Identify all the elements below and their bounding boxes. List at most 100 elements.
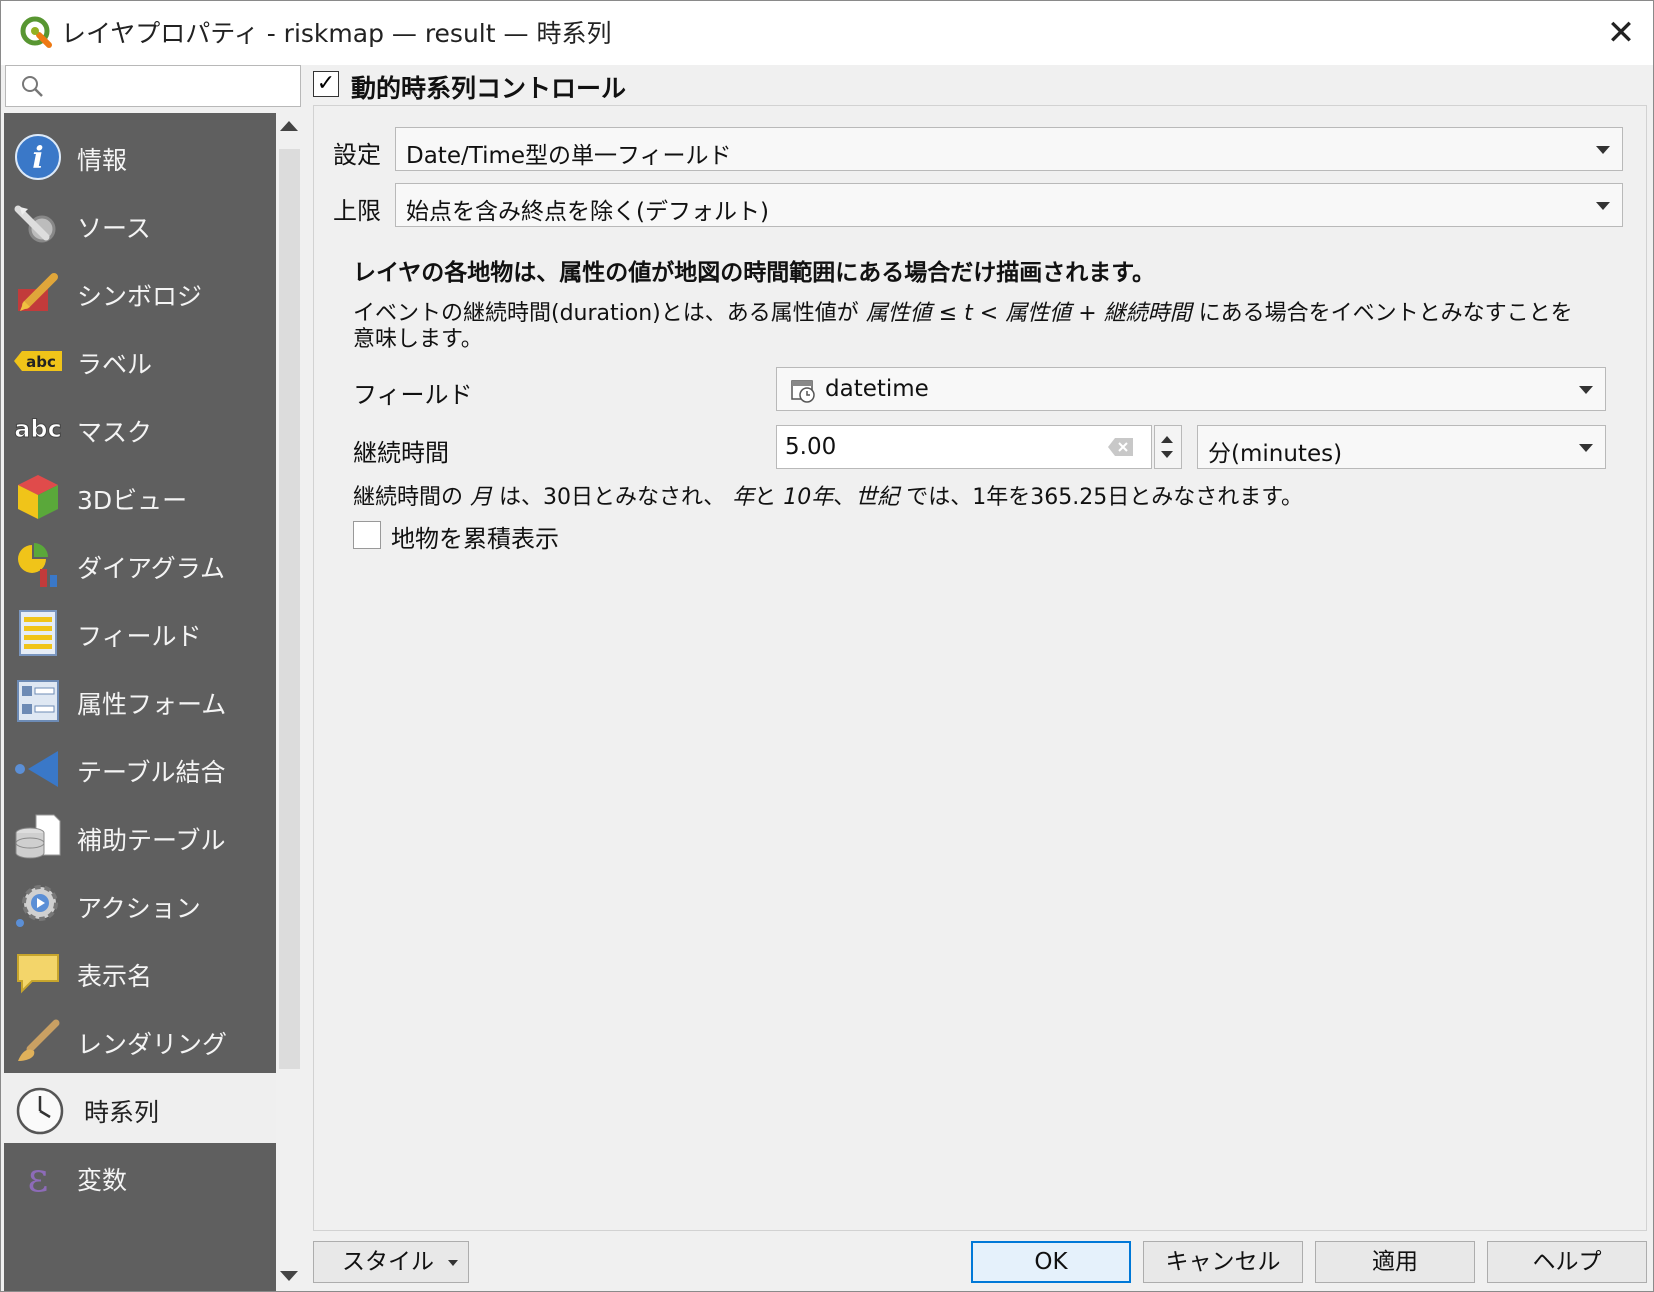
accumulate-features-checkbox[interactable] — [353, 521, 381, 549]
help-button[interactable]: ヘルプ — [1487, 1241, 1647, 1283]
search-icon — [22, 76, 43, 97]
3d-cube-icon — [18, 475, 58, 519]
info-icon: i — [15, 134, 61, 180]
note-text: は、30日とみなされ、 — [492, 485, 733, 510]
sidebar-search-input[interactable] — [5, 65, 301, 107]
layer-properties-dialog: レイヤプロパティ - riskmap — result — 時系列 ✕ i 情報… — [0, 0, 1654, 1292]
chevron-down-icon — [1596, 202, 1610, 210]
scroll-up-arrow-icon[interactable] — [280, 121, 298, 131]
ok-button[interactable]: OK — [971, 1241, 1131, 1283]
clear-input-icon[interactable] — [1107, 436, 1135, 458]
dynamic-temporal-label: 動的時系列コントロール — [351, 74, 627, 103]
sidebar-item-label: 補助テーブル — [77, 826, 226, 855]
configuration-label: 設定 — [333, 141, 381, 169]
sidebar-item-label: テーブル結合 — [77, 758, 226, 787]
sidebar-item-variables[interactable]: ε 変数 — [4, 1141, 276, 1211]
sidebar-item-mask[interactable]: abc マスク — [4, 393, 276, 463]
sidebar-item-3d-view[interactable]: 3Dビュー — [4, 461, 276, 531]
configuration-value: Date/Time型の単一フィールド — [406, 143, 732, 169]
duration-description: イベントの継続時間(duration)とは、ある属性値が 属性値 ≤ t < 属… — [353, 301, 1593, 353]
sidebar-item-joins[interactable]: テーブル結合 — [4, 733, 276, 803]
sidebar-item-symbology[interactable]: シンボロジ — [4, 257, 276, 327]
sidebar-item-label: 変数 — [77, 1166, 128, 1195]
mask-abc-icon: abc — [14, 415, 63, 444]
clock-icon — [16, 1087, 64, 1135]
svg-text:i: i — [32, 141, 43, 176]
apply-button[interactable]: 適用 — [1315, 1241, 1475, 1283]
sidebar-item-auxiliary-storage[interactable]: 補助テーブル — [4, 801, 276, 871]
sidebar-item-label: 属性フォーム — [77, 690, 227, 719]
spin-up-icon[interactable] — [1161, 436, 1173, 443]
source-wrench-icon — [14, 205, 56, 243]
sidebar-item-label: シンボロジ — [77, 282, 203, 311]
auxiliary-storage-icon — [15, 814, 61, 859]
sidebar-item-label: アクション — [77, 894, 201, 923]
duration-unit-value: 分(minutes) — [1208, 441, 1343, 467]
sidebar-item-info[interactable]: i 情報 — [4, 121, 276, 191]
scrollbar-thumb[interactable] — [279, 149, 300, 1069]
sidebar-item-label: 時系列 — [84, 1098, 160, 1127]
symbology-paintbrush-icon — [18, 273, 58, 311]
sidebar-item-label: マスク — [77, 418, 153, 447]
sidebar-item-label: ラベル — [77, 350, 153, 379]
sidebar-item-rendering[interactable]: レンダリング — [4, 1005, 276, 1075]
sidebar-item-label: 3Dビュー — [77, 486, 188, 515]
dynamic-temporal-checkbox[interactable]: ✓ — [313, 71, 339, 97]
accumulate-features-label: 地物を累積表示 — [391, 525, 559, 553]
duration-unit-select[interactable]: 分(minutes) — [1197, 425, 1606, 469]
sidebar-item-temporal[interactable]: 時系列 — [4, 1073, 276, 1143]
label-abc-icon: abc — [14, 351, 62, 371]
sidebar-item-display[interactable]: 表示名 — [4, 937, 276, 1007]
description-heading: レイヤの各地物は、属性の値が地図の時間範囲にある場合だけ描画されます。 — [353, 260, 1156, 286]
window-title: レイヤプロパティ - riskmap — result — 時系列 — [61, 19, 612, 48]
display-name-bubble-icon — [17, 954, 59, 994]
field-select[interactable]: datetime — [776, 367, 1606, 411]
sidebar-item-label: ダイアグラム — [77, 554, 226, 583]
fields-icon — [19, 610, 57, 656]
title-bar: レイヤプロパティ - riskmap — result — 時系列 ✕ — [1, 1, 1653, 65]
sidebar-item-label: ソース — [77, 214, 151, 243]
chevron-down-icon — [1579, 444, 1593, 452]
sidebar-item-diagrams[interactable]: ダイアグラム — [4, 529, 276, 599]
svg-text:abc: abc — [26, 353, 56, 371]
limits-select[interactable]: 始点を含み終点を除く(デフォルト) — [395, 183, 1623, 227]
sidebar-item-label: レンダリング — [77, 1030, 228, 1059]
action-gear-icon — [16, 885, 58, 927]
sidebar-item-fields[interactable]: フィールド — [4, 597, 276, 667]
variable-epsilon-icon: ε — [28, 1155, 49, 1201]
note-italic: 年 — [732, 485, 755, 510]
duration-label: 継続時間 — [353, 439, 449, 467]
duration-value: 5.00 — [785, 434, 837, 460]
note-italic: 10年 — [783, 485, 834, 510]
svg-text:abc: abc — [14, 415, 62, 443]
note-text: では、1年を365.25日とみなされます。 — [899, 485, 1304, 510]
sidebar-item-source[interactable]: ソース — [4, 189, 276, 259]
chevron-down-icon — [448, 1260, 458, 1266]
sidebar-scrollbar[interactable] — [276, 113, 303, 1291]
sidebar-item-label: フィールド — [77, 622, 202, 651]
datetime-field-icon — [791, 380, 815, 403]
sidebar-item-label: 情報 — [77, 146, 128, 175]
note-text: 継続時間の — [353, 485, 470, 510]
spin-down-icon[interactable] — [1161, 451, 1173, 458]
duration-input[interactable]: 5.00 — [776, 425, 1152, 469]
scroll-down-arrow-icon[interactable] — [280, 1271, 298, 1281]
duration-spinner[interactable] — [1154, 425, 1182, 469]
style-button[interactable]: スタイル — [313, 1241, 469, 1283]
close-icon[interactable]: ✕ — [1601, 13, 1641, 53]
chevron-down-icon — [1579, 386, 1593, 394]
configuration-select[interactable]: Date/Time型の単一フィールド — [395, 127, 1623, 171]
sidebar-item-actions[interactable]: アクション — [4, 869, 276, 939]
cancel-button[interactable]: キャンセル — [1143, 1241, 1303, 1283]
attribute-form-icon — [17, 680, 59, 722]
note-italic: 世紀 — [855, 485, 900, 510]
chevron-down-icon — [1596, 146, 1610, 154]
table-join-icon — [15, 751, 58, 787]
limits-value: 始点を含み終点を除く(デフォルト) — [406, 199, 769, 225]
description-formula: 属性値 ≤ t < 属性値 + 継続時間 — [865, 301, 1192, 326]
qgis-logo-icon — [20, 16, 52, 48]
sidebar-item-label: 表示名 — [77, 962, 153, 991]
sidebar-item-attribute-form[interactable]: 属性フォーム — [4, 665, 276, 735]
style-button-label: スタイル — [342, 1249, 434, 1275]
sidebar-item-labels[interactable]: abc ラベル — [4, 325, 276, 395]
